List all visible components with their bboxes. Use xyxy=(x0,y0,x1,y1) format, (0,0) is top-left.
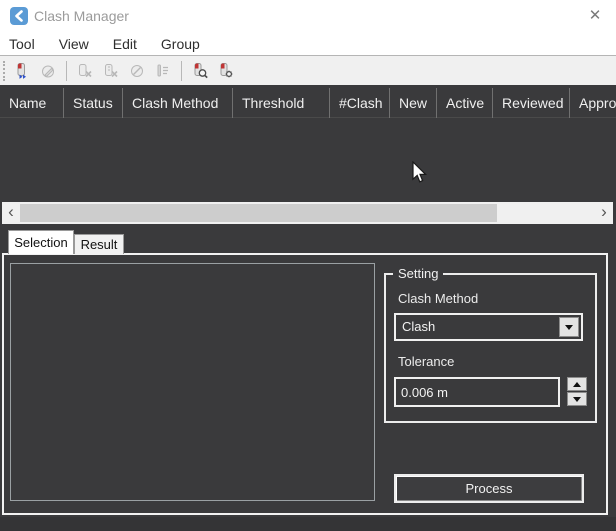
column-header-approved[interactable]: Approved xyxy=(570,88,616,118)
edit-clash-icon[interactable] xyxy=(36,59,60,83)
process-button[interactable]: Process xyxy=(394,474,584,503)
toolbar-grip-handle[interactable] xyxy=(3,61,5,81)
column-header-clash-method[interactable]: Clash Method xyxy=(123,88,233,118)
run-clash-test-icon[interactable] xyxy=(10,59,34,83)
toolbar xyxy=(0,55,616,85)
column-header-active[interactable]: Active xyxy=(437,88,493,118)
menu-bar: Tool View Edit Group xyxy=(0,32,616,55)
menu-edit[interactable]: Edit xyxy=(113,36,137,52)
clash-method-dropdown[interactable]: Clash xyxy=(394,313,583,341)
toolbar-separator xyxy=(181,61,182,81)
toolbar-separator xyxy=(66,61,67,81)
clash-table-body[interactable] xyxy=(0,118,616,202)
column-header-num-clash[interactable]: #Clash xyxy=(330,88,390,118)
clash-method-value: Clash xyxy=(402,319,435,334)
clash-manager-window: Clash Manager ✕ Tool View Edit Group xyxy=(0,0,616,531)
delete-clash-icon[interactable] xyxy=(73,59,97,83)
horizontal-scrollbar[interactable]: ‹ › xyxy=(2,202,613,224)
column-header-threshold[interactable]: Threshold xyxy=(233,88,330,118)
window-bottom-strip xyxy=(0,517,616,531)
menu-group[interactable]: Group xyxy=(161,36,200,52)
dropdown-button[interactable] xyxy=(559,317,579,337)
chevron-down-icon xyxy=(565,325,573,330)
tab-result[interactable]: Result xyxy=(74,234,124,254)
column-header-new[interactable]: New xyxy=(390,88,437,118)
window-title: Clash Manager xyxy=(34,8,129,24)
tolerance-label: Tolerance xyxy=(398,354,454,369)
column-header-status[interactable]: Status xyxy=(64,88,123,118)
setting-legend: Setting xyxy=(393,266,443,281)
find-clash-icon[interactable] xyxy=(188,59,212,83)
menu-tool[interactable]: Tool xyxy=(9,36,35,52)
delete-all-clashes-icon[interactable] xyxy=(99,59,123,83)
scroll-left-icon[interactable]: ‹ xyxy=(2,202,20,224)
tab-selection[interactable]: Selection xyxy=(8,230,74,254)
triangle-up-icon xyxy=(573,382,581,387)
column-header-reviewed[interactable]: Reviewed xyxy=(493,88,570,118)
selection-list-panel[interactable] xyxy=(10,263,375,501)
scroll-right-icon[interactable]: › xyxy=(595,202,613,224)
triangle-down-icon xyxy=(573,397,581,402)
title-bar: Clash Manager ✕ xyxy=(0,0,616,32)
tolerance-input[interactable] xyxy=(394,377,560,407)
menu-view[interactable]: View xyxy=(59,36,89,52)
mouse-cursor xyxy=(411,161,429,185)
scrollbar-thumb[interactable] xyxy=(20,204,497,222)
clash-table-header: Name Status Clash Method Threshold #Clas… xyxy=(0,88,616,118)
spinner-down-button[interactable] xyxy=(567,392,587,406)
app-logo-icon xyxy=(10,7,28,25)
close-icon[interactable]: ✕ xyxy=(584,5,606,27)
clash-method-label: Clash Method xyxy=(398,291,478,306)
column-header-name[interactable]: Name xyxy=(0,88,64,118)
spinner-up-button[interactable] xyxy=(567,377,587,391)
clash-group-icon[interactable] xyxy=(151,59,175,83)
tolerance-spinner xyxy=(567,377,587,407)
refresh-clash-icon[interactable] xyxy=(125,59,149,83)
clash-view-settings-icon[interactable] xyxy=(214,59,238,83)
